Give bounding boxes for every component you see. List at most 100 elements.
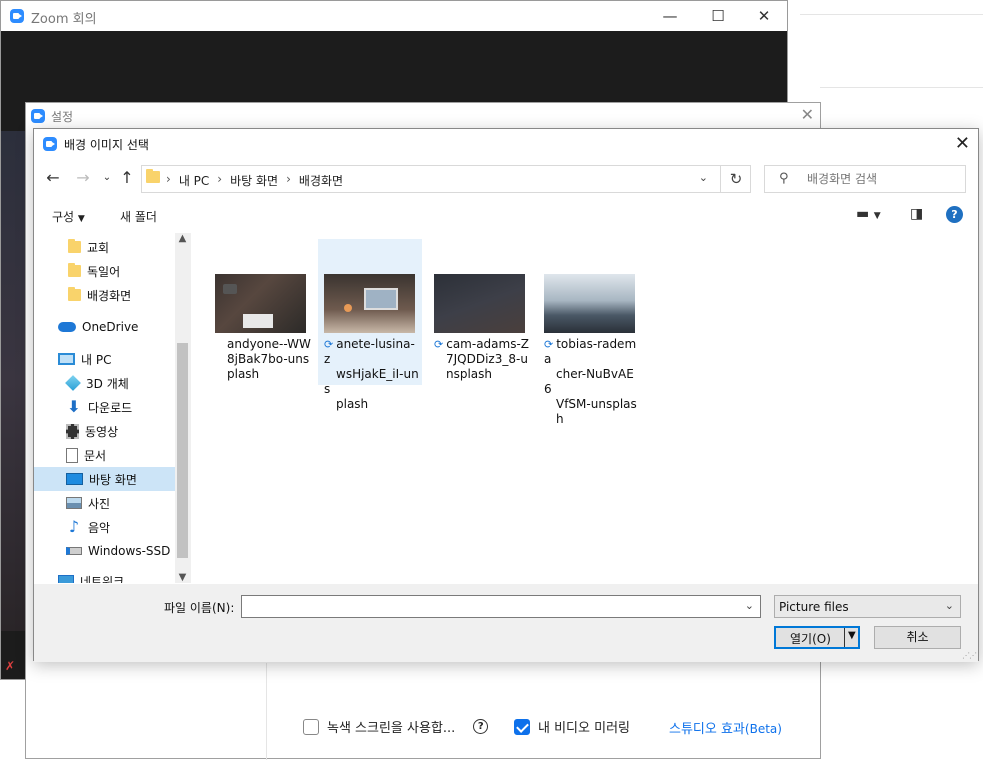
file-item[interactable]: ⟳ anete-lusina-z wsHjakE_iI-uns plash <box>318 239 422 411</box>
file-name: ⟳ cam-adams-Z 7JQDDiz3_8-u nsplash <box>434 337 530 382</box>
nav-item-this-pc[interactable]: 내 PC <box>34 347 175 371</box>
minimize-button[interactable]: — <box>647 1 693 31</box>
studio-effects-link[interactable]: 스튜디오 효과(Beta) <box>669 718 782 737</box>
file-name-line: anete-lusina-z <box>324 337 415 366</box>
breadcrumb-item[interactable]: 내 PC <box>179 172 209 189</box>
dialog-close-button[interactable]: ✕ <box>955 133 970 154</box>
scroll-down-icon[interactable]: ▼ <box>175 572 190 583</box>
file-name: andyone--WW 8jBak7bo-uns plash <box>215 337 311 382</box>
help-button[interactable]: ? <box>946 206 963 223</box>
nav-item-label: 다운로드 <box>88 400 133 415</box>
nav-item-label: 배경화면 <box>87 288 132 303</box>
file-name-line: tobias-radema <box>544 337 637 366</box>
file-item[interactable]: ⟳ tobias-radema cher-NuBvAE6 VfSM-unsplas… <box>538 239 642 426</box>
forward-arrow-icon[interactable]: → <box>72 167 94 189</box>
mute-mic-icon[interactable]: ✗ <box>5 659 19 673</box>
new-folder-button[interactable]: 새 폴더 <box>120 208 157 225</box>
up-arrow-icon[interactable]: ↑ <box>116 167 138 189</box>
file-name-line: wsHjakE_iI-uns <box>324 367 419 396</box>
drive-icon <box>66 547 82 555</box>
breadcrumb-item[interactable]: 배경화면 <box>299 172 343 189</box>
file-name-line: h <box>556 412 564 426</box>
mirror-video-label: 내 비디오 미러링 <box>538 721 630 736</box>
help-icon[interactable]: ? <box>473 719 489 734</box>
nav-item-label: 음악 <box>88 520 111 535</box>
nav-item-network[interactable]: 네트워크 <box>34 569 175 583</box>
file-name-line: andyone--WW <box>227 337 311 351</box>
nav-item-label: 3D 개체 <box>86 376 129 391</box>
scroll-up-icon[interactable]: ▲ <box>175 233 190 244</box>
file-name-line: cher-NuBvAE6 <box>544 367 634 396</box>
sync-status-icon: ⟳ <box>544 338 554 351</box>
organize-label: 구성 <box>52 210 75 224</box>
beta-label: (Beta) <box>744 722 782 736</box>
search-box[interactable]: ⚲ <box>764 165 966 193</box>
split-divider <box>844 628 845 647</box>
back-arrow-icon[interactable]: ← <box>42 167 64 189</box>
settings-close-button[interactable]: ✕ <box>801 105 814 124</box>
refresh-icon[interactable]: ↻ <box>720 165 751 193</box>
view-options-icon[interactable]: ▬ ▼ <box>856 206 881 222</box>
breadcrumb-item[interactable]: 바탕 화면 <box>230 172 278 189</box>
filename-combobox[interactable]: ⌄ <box>241 595 761 618</box>
cancel-button[interactable]: 취소 <box>874 626 961 649</box>
resize-grip-icon[interactable]: ⋰⋰ <box>962 651 977 660</box>
dialog-titlebar: 배경 이미지 선택 ✕ <box>34 129 978 159</box>
breadcrumb-chevron-icon: › <box>166 172 171 186</box>
nav-item-german[interactable]: 독일어 <box>34 259 175 283</box>
file-type-select[interactable]: Picture files ⌄ <box>774 595 961 618</box>
address-bar[interactable]: › 내 PC › 바탕 화면 › 배경화면 ⌄ <box>141 165 751 193</box>
nav-item-downloads[interactable]: ⬇ 다운로드 <box>34 395 175 419</box>
nav-scrollbar[interactable]: ▲ ▼ <box>175 233 190 583</box>
file-name-line: nsplash <box>446 367 493 381</box>
video-icon <box>66 423 79 439</box>
address-dropdown-icon[interactable]: ⌄ <box>699 171 708 184</box>
nav-item-label: 내 PC <box>81 352 112 367</box>
chevron-down-icon[interactable]: ⌄ <box>745 599 754 612</box>
maximize-button[interactable]: ☐ <box>695 1 741 31</box>
mirror-video-option[interactable]: 내 비디오 미러링 <box>514 717 630 736</box>
nav-item-documents[interactable]: 문서 <box>34 443 175 467</box>
nav-item-pictures[interactable]: 사진 <box>34 491 175 515</box>
recent-locations-chevron-icon[interactable]: ⌄ <box>96 167 118 189</box>
nav-item-onedrive[interactable]: OneDrive <box>34 315 175 339</box>
divider <box>820 87 983 88</box>
dialog-toolbar: 구성 ▼ 새 폴더 ▬ ▼ ◨ ? <box>34 201 978 229</box>
nav-item-music[interactable]: ♪ 음악 <box>34 515 175 539</box>
file-item[interactable]: ⟳ cam-adams-Z 7JQDDiz3_8-u nsplash <box>428 239 532 385</box>
nav-item-label: Windows-SSD ( <box>88 544 175 558</box>
folder-icon <box>68 263 81 277</box>
nav-item-label: 독일어 <box>87 264 121 279</box>
green-screen-option[interactable]: 녹색 스크린을 사용합... ? <box>303 717 489 736</box>
green-screen-checkbox[interactable] <box>303 718 319 735</box>
folder-icon <box>68 287 81 301</box>
preview-pane-icon[interactable]: ◨ <box>910 206 923 222</box>
filename-input[interactable] <box>246 597 736 616</box>
nav-item-windows-ssd[interactable]: Windows-SSD ( <box>34 539 175 563</box>
organize-button[interactable]: 구성 ▼ <box>52 208 85 225</box>
breadcrumb: › 내 PC › 바탕 화면 › 배경화면 <box>166 172 343 189</box>
nav-item-3d-objects[interactable]: 3D 개체 <box>34 371 175 395</box>
folder-icon <box>146 169 160 183</box>
close-button[interactable]: ✕ <box>741 1 787 31</box>
file-type-value: Picture files <box>779 600 849 614</box>
search-icon: ⚲ <box>779 171 789 186</box>
open-button[interactable]: 열기(O) ▼ <box>774 626 860 649</box>
file-open-dialog: 배경 이미지 선택 ✕ ← → ⌄ ↑ › 내 PC › 바탕 화면 › 배경화… <box>33 128 979 662</box>
open-dropdown-icon[interactable]: ▼ <box>848 630 856 641</box>
nav-item-label: 교회 <box>87 240 110 255</box>
file-thumbnail <box>544 274 635 333</box>
nav-item-wallpapers[interactable]: 배경화면 <box>34 283 175 307</box>
search-input[interactable] <box>805 170 955 188</box>
breadcrumb-chevron-icon: › <box>286 172 291 186</box>
nav-item-label: 바탕 화면 <box>89 472 137 487</box>
file-item[interactable]: andyone--WW 8jBak7bo-uns plash <box>209 239 313 385</box>
file-thumbnail <box>434 274 525 333</box>
nav-item-church[interactable]: 교회 <box>34 235 175 259</box>
nav-item-desktop[interactable]: 바탕 화면 <box>34 467 175 491</box>
dialog-footer: 파일 이름(N): ⌄ Picture files ⌄ 열기(O) ▼ 취소 ⋰… <box>34 584 978 662</box>
nav-item-label: OneDrive <box>82 320 139 334</box>
mirror-video-checkbox[interactable] <box>514 718 530 735</box>
nav-item-videos[interactable]: 동영상 <box>34 419 175 443</box>
scrollbar-thumb[interactable] <box>177 343 188 558</box>
